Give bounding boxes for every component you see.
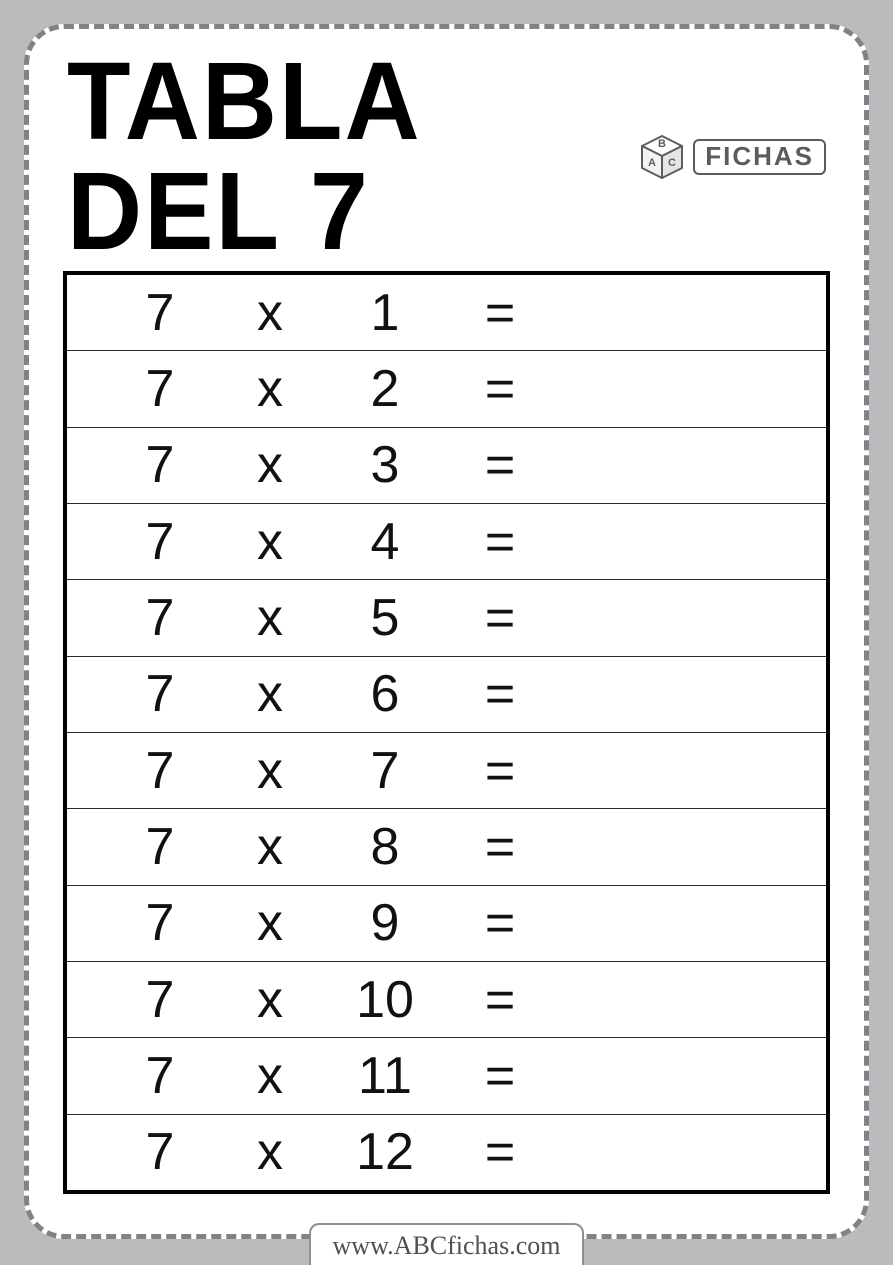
equals-symbol: =: [445, 893, 555, 953]
table-row: 7 x 5 =: [67, 580, 826, 656]
table-row: 7 x 12 =: [67, 1115, 826, 1190]
multiplier: 7: [325, 741, 445, 801]
table-row: 7 x 9 =: [67, 886, 826, 962]
svg-text:C: C: [668, 157, 676, 169]
table-row: 7 x 3 =: [67, 428, 826, 504]
multiplier: 8: [325, 817, 445, 877]
multiplier: 6: [325, 664, 445, 724]
equals-symbol: =: [445, 817, 555, 877]
table-row: 7 x 10 =: [67, 962, 826, 1038]
equals-symbol: =: [445, 664, 555, 724]
multiplier: 12: [325, 1122, 445, 1182]
multiplicand: 7: [105, 359, 215, 419]
table-row: 7 x 1 =: [67, 275, 826, 351]
equals-symbol: =: [445, 512, 555, 572]
times-symbol: x: [215, 435, 325, 495]
equals-symbol: =: [445, 588, 555, 648]
multiplicand: 7: [105, 435, 215, 495]
table-row: 7 x 4 =: [67, 504, 826, 580]
footer-url: www.ABCfichas.com: [309, 1223, 585, 1265]
table-row: 7 x 11 =: [67, 1038, 826, 1114]
times-symbol: x: [215, 359, 325, 419]
table-row: 7 x 2 =: [67, 351, 826, 427]
multiplicand: 7: [105, 893, 215, 953]
times-symbol: x: [215, 283, 325, 343]
page-title: TABLA DEL 7: [67, 47, 637, 267]
table-row: 7 x 6 =: [67, 657, 826, 733]
cube-icon: B A C: [637, 132, 687, 182]
multiplicand: 7: [105, 970, 215, 1030]
multiplicand: 7: [105, 1046, 215, 1106]
times-symbol: x: [215, 817, 325, 877]
brand-logo: B A C FICHAS: [637, 132, 826, 182]
multiplicand: 7: [105, 1122, 215, 1182]
table-row: 7 x 7 =: [67, 733, 826, 809]
multiplicand: 7: [105, 817, 215, 877]
times-symbol: x: [215, 970, 325, 1030]
svg-text:A: A: [648, 157, 656, 169]
times-symbol: x: [215, 664, 325, 724]
multiplier: 1: [325, 283, 445, 343]
equals-symbol: =: [445, 435, 555, 495]
multiplier: 9: [325, 893, 445, 953]
multiplication-table: 7 x 1 = 7 x 2 = 7 x 3 = 7 x 4 = 7: [63, 271, 830, 1194]
times-symbol: x: [215, 512, 325, 572]
multiplier: 2: [325, 359, 445, 419]
worksheet-header: TABLA DEL 7 B A C FICHAS: [63, 53, 830, 271]
times-symbol: x: [215, 741, 325, 801]
equals-symbol: =: [445, 359, 555, 419]
multiplier: 11: [325, 1046, 445, 1106]
multiplicand: 7: [105, 512, 215, 572]
equals-symbol: =: [445, 741, 555, 801]
worksheet-sheet: TABLA DEL 7 B A C FICHAS 7 x 1: [24, 24, 869, 1239]
multiplier: 4: [325, 512, 445, 572]
multiplier: 3: [325, 435, 445, 495]
equals-symbol: =: [445, 283, 555, 343]
svg-text:B: B: [658, 138, 666, 150]
equals-symbol: =: [445, 1046, 555, 1106]
multiplicand: 7: [105, 283, 215, 343]
brand-logo-text: FICHAS: [693, 139, 826, 175]
multiplier: 5: [325, 588, 445, 648]
equals-symbol: =: [445, 970, 555, 1030]
table-row: 7 x 8 =: [67, 809, 826, 885]
multiplier: 10: [325, 970, 445, 1030]
times-symbol: x: [215, 1046, 325, 1106]
multiplicand: 7: [105, 588, 215, 648]
times-symbol: x: [215, 1122, 325, 1182]
multiplicand: 7: [105, 741, 215, 801]
times-symbol: x: [215, 893, 325, 953]
multiplicand: 7: [105, 664, 215, 724]
equals-symbol: =: [445, 1122, 555, 1182]
times-symbol: x: [215, 588, 325, 648]
